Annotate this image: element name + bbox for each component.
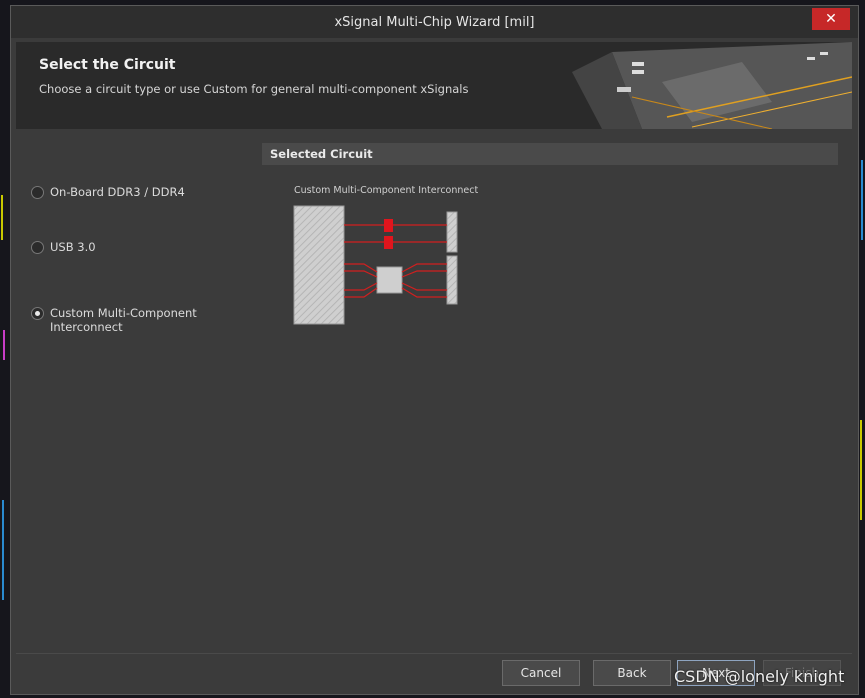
page-subtitle: Choose a circuit type or use Custom for … [39,82,469,96]
option-usb3[interactable]: USB 3.0 [31,240,215,254]
radio-custom[interactable] [31,307,44,320]
header-banner-image [572,42,852,129]
back-button[interactable]: Back [593,660,671,686]
selected-circuit-heading: Selected Circuit [270,147,373,161]
footer-divider [16,653,852,654]
selected-circuit-name: Custom Multi-Component Interconnect [294,185,479,196]
watermark: CSDN @lonely knight [674,667,845,686]
middle-component [376,266,403,294]
wizard-header: Select the Circuit Choose a circuit type… [16,42,852,129]
series-resistor-1 [384,219,393,232]
wizard-dialog: xSignal Multi-Chip Wizard [mil] ✕ Select… [10,5,859,695]
radio-ddr[interactable] [31,186,44,199]
page-title: Select the Circuit [39,57,176,73]
receiver-component-top [446,211,458,253]
driver-component [293,205,345,325]
selected-circuit-header: Selected Circuit [262,143,838,165]
circuit-diagram [293,205,458,325]
option-ddr-label: On-Board DDR3 / DDR4 [50,185,185,199]
radio-usb3[interactable] [31,241,44,254]
cancel-button[interactable]: Cancel [502,660,580,686]
series-resistor-2 [384,236,393,249]
title-bar: xSignal Multi-Chip Wizard [mil] ✕ [11,6,858,38]
receiver-component-bottom [446,255,458,305]
option-custom-label: Custom Multi-Component Interconnect [50,306,197,334]
option-custom[interactable]: Custom Multi-Component Interconnect [31,306,215,334]
option-ddr[interactable]: On-Board DDR3 / DDR4 [31,185,215,199]
close-button[interactable]: ✕ [812,8,850,30]
window-title: xSignal Multi-Chip Wizard [mil] [334,15,535,30]
option-usb3-label: USB 3.0 [50,240,96,254]
